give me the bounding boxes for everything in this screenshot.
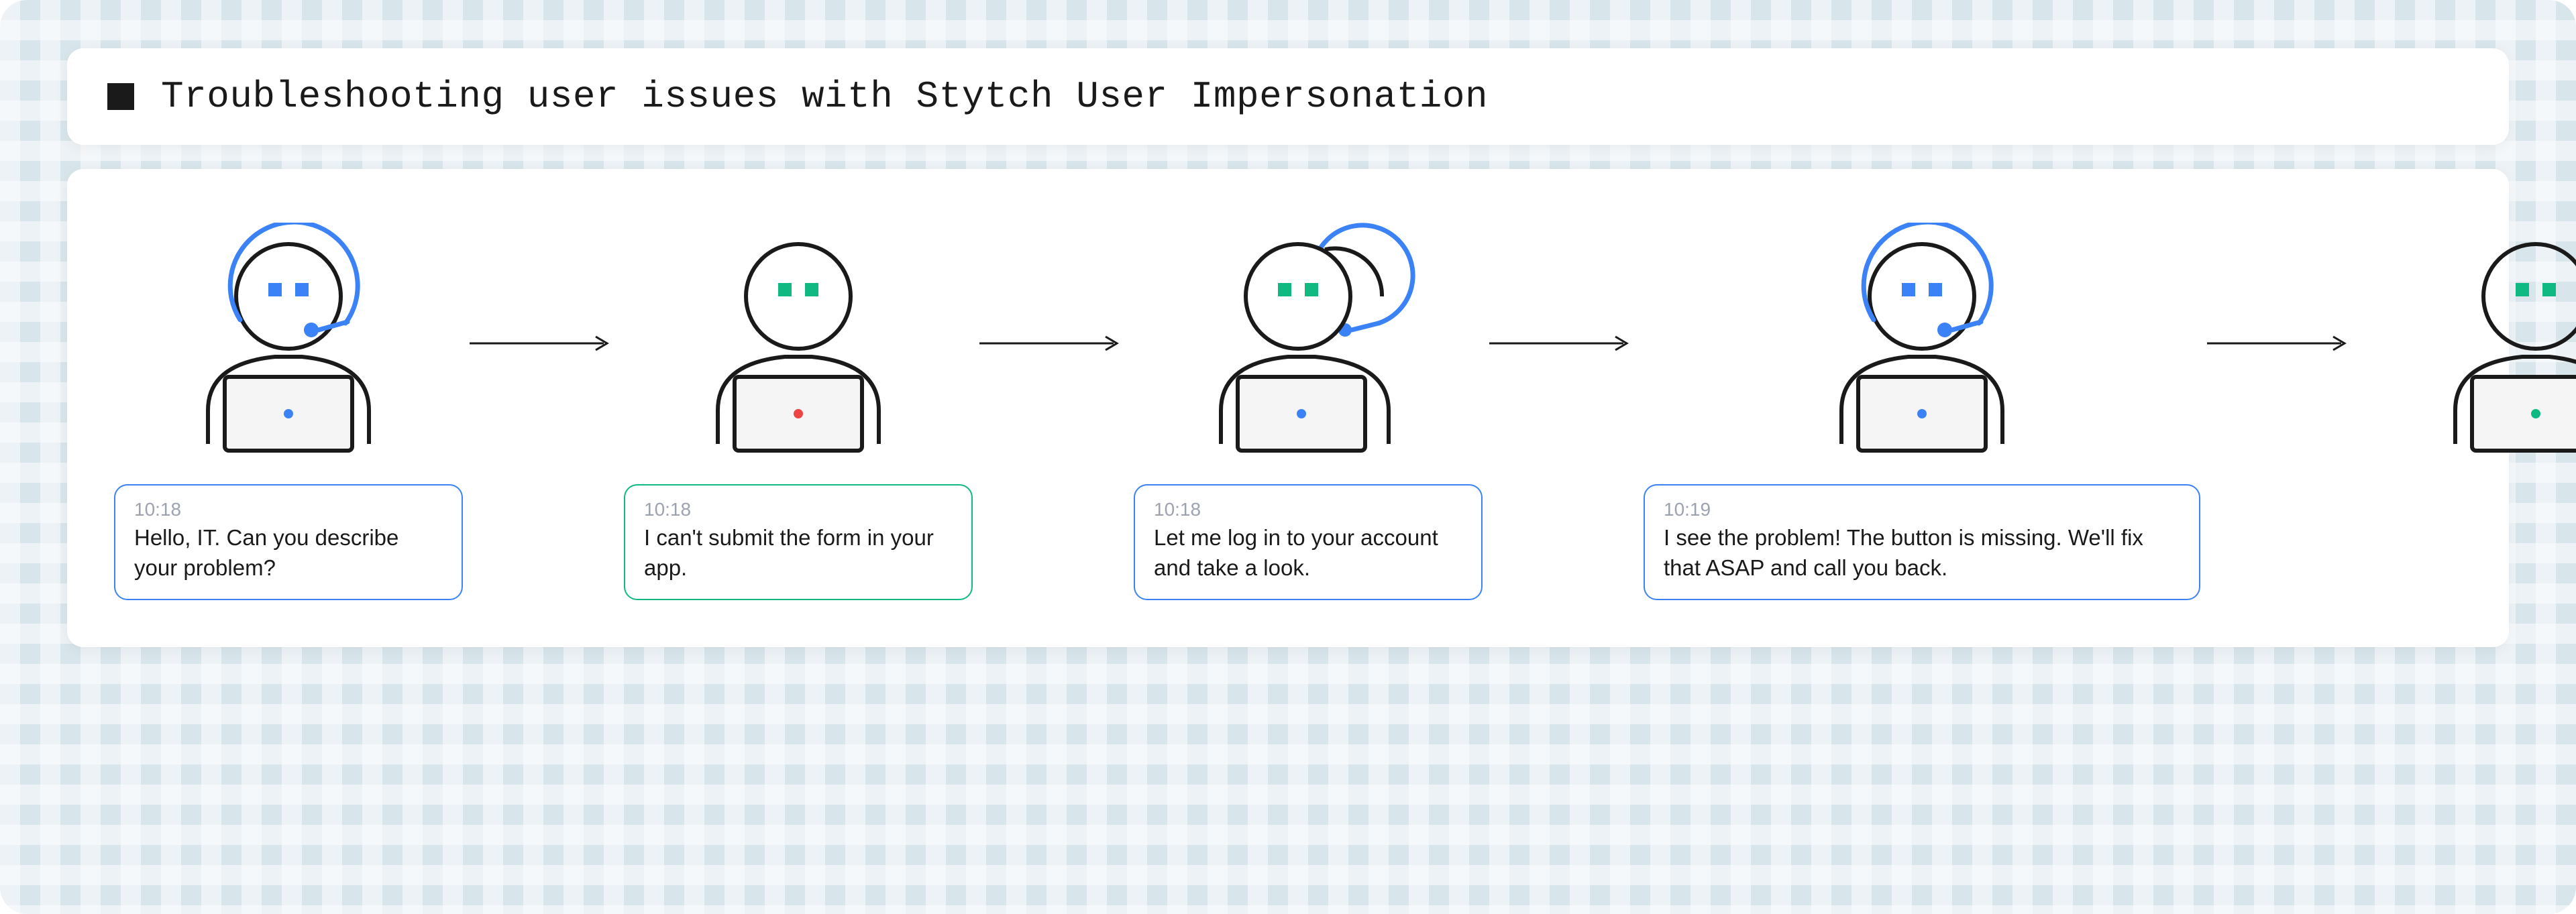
message-text: I can't submit the form in your app.: [644, 523, 953, 583]
message-timestamp: 10:18: [134, 499, 443, 520]
step-agent-2: 10:19 I see the problem! The button is m…: [1644, 223, 2200, 600]
step-impersonation: 10:18 Let me log in to your account and …: [1134, 223, 1483, 600]
agent-avatar: [1801, 223, 2043, 464]
step-agent-1: 10:18 Hello, IT. Can you describe your p…: [114, 223, 463, 600]
page-title: Troubleshooting user issues with Stytch …: [161, 75, 1488, 118]
page: Troubleshooting user issues with Stytch …: [0, 0, 2576, 707]
message-timestamp: 10:19: [1664, 499, 2180, 520]
message-bubble: 10:19 I see the problem! The button is m…: [1644, 484, 2200, 600]
step-user-2: [2361, 223, 2576, 578]
message-bubble: 10:18 Hello, IT. Can you describe your p…: [114, 484, 463, 600]
user-avatar: [678, 223, 919, 464]
message-bubble: 10:18 Let me log in to your account and …: [1134, 484, 1483, 600]
message-bubble: 10:18 I can't submit the form in your ap…: [624, 484, 973, 600]
user-avatar: [2415, 223, 2576, 464]
flow-arrow: [973, 223, 1134, 464]
message-text: I see the problem! The button is missing…: [1664, 523, 2180, 583]
message-timestamp: 10:18: [1154, 499, 1462, 520]
flow-row: 10:18 Hello, IT. Can you describe your p…: [114, 223, 2462, 600]
flow-arrow: [1483, 223, 1644, 464]
flow-arrow: [463, 223, 624, 464]
diagram-card: 10:18 Hello, IT. Can you describe your p…: [67, 169, 2509, 647]
message-timestamp: 10:18: [644, 499, 953, 520]
message-text: Hello, IT. Can you describe your problem…: [134, 523, 443, 583]
step-user-1: 10:18 I can't submit the form in your ap…: [624, 223, 973, 600]
title-bullet-icon: [107, 83, 134, 110]
title-card: Troubleshooting user issues with Stytch …: [67, 48, 2509, 145]
flow-arrow: [2200, 223, 2361, 464]
impersonation-avatar: [1187, 223, 1429, 464]
agent-avatar: [168, 223, 409, 464]
message-text: Let me log in to your account and take a…: [1154, 523, 1462, 583]
